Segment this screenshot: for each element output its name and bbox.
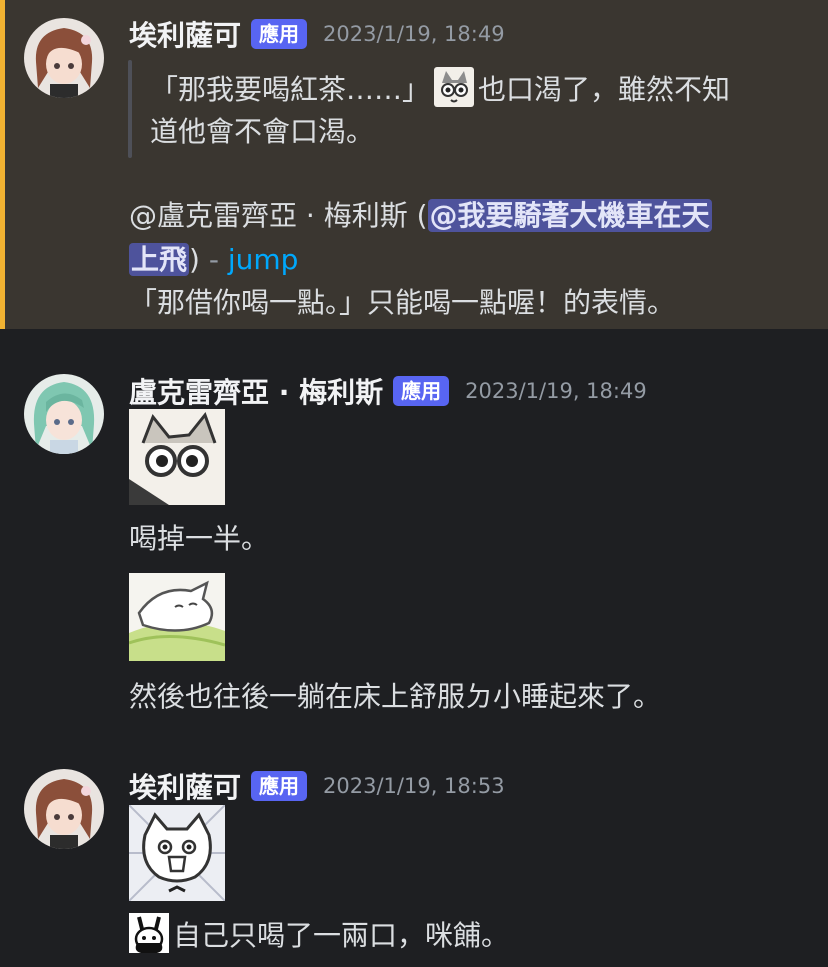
- mention[interactable]: @我要騎著大機車在天: [427, 199, 712, 232]
- timestamp[interactable]: 2023/1/19, 18:49: [323, 22, 505, 46]
- shocked-cat-sticker-icon: [128, 804, 226, 902]
- quote-text: 也口渴了，雖然不知: [478, 73, 731, 106]
- message-header: 埃利薩可 應用 2023/1/19, 18:53: [129, 766, 505, 806]
- reply-reference-line-2: 上飛) - jump: [129, 238, 298, 281]
- highlight-accent-bar: [0, 0, 5, 329]
- username[interactable]: 埃利薩可: [129, 766, 241, 806]
- mention[interactable]: 上飛: [129, 243, 190, 276]
- sticker[interactable]: [129, 409, 225, 505]
- quote-text: 「那我要喝紅茶……」: [150, 73, 431, 106]
- message-text: 喝掉一半。: [129, 522, 270, 555]
- avatar[interactable]: [24, 769, 104, 849]
- message-body: 「那借你喝一點。」只能喝一點喔！的表情。: [129, 286, 676, 319]
- timestamp[interactable]: 2023/1/19, 18:49: [465, 379, 647, 403]
- message-text: 自己只喝了一兩口，咪餔。: [129, 913, 509, 957]
- message-text-content: 自己只喝了一兩口，咪餔。: [173, 919, 510, 952]
- sticker[interactable]: [128, 573, 226, 661]
- username[interactable]: 盧克雷齊亞 · 梅利斯: [129, 371, 383, 411]
- sticker[interactable]: [128, 804, 226, 902]
- message-text: 然後也往後一躺在床上舒服ㄉ小睡起來了。: [129, 680, 662, 713]
- avatar[interactable]: [24, 18, 104, 98]
- separator-dash: -: [199, 243, 228, 276]
- message-3: 埃利薩可 應用 2023/1/19, 18:53 自己只喝了一兩口，咪餔。: [0, 729, 828, 967]
- green-haired-girl-avatar-icon: [24, 374, 104, 454]
- cat-face-emote-icon[interactable]: [434, 67, 475, 107]
- jump-link[interactable]: jump: [228, 243, 299, 276]
- username[interactable]: 埃利薩可: [129, 14, 241, 54]
- reply-close: ): [189, 243, 200, 276]
- app-badge: 應用: [393, 376, 450, 406]
- reply-prefix: @盧克雷齊亞 · 梅利斯 (: [129, 199, 428, 232]
- message-header: 盧克雷齊亞 · 梅利斯 應用 2023/1/19, 18:49: [129, 371, 647, 411]
- app-badge: 應用: [251, 771, 308, 801]
- quote-line-1: 「那我要喝紅茶……」 也口渴了，雖然不知: [150, 67, 730, 111]
- reply-reference-line-1: @盧克雷齊亞 · 梅利斯 (@我要騎著大機車在天: [129, 194, 712, 237]
- avatar[interactable]: [24, 374, 104, 454]
- brown-haired-girl-avatar-icon: [24, 18, 104, 98]
- timestamp[interactable]: 2023/1/19, 18:53: [323, 774, 505, 798]
- quote-line-2: 道他會不會口渴。: [150, 115, 375, 148]
- message-2: 盧克雷齊亞 · 梅利斯 應用 2023/1/19, 18:49 喝掉一半。 然後…: [0, 329, 828, 729]
- message-1: 埃利薩可 應用 2023/1/19, 18:49 「那我要喝紅茶……」 也口渴了…: [0, 0, 828, 329]
- cat-eyes-sticker-icon: [129, 409, 225, 505]
- message-header: 埃利薩可 應用 2023/1/19, 18:49: [129, 14, 505, 54]
- lying-cat-sticker-icon: [128, 573, 226, 661]
- brown-haired-girl-avatar-icon: [24, 769, 104, 849]
- app-badge: 應用: [251, 19, 308, 49]
- bunny-face-emote-icon[interactable]: [129, 913, 169, 953]
- blockquote-bar: [128, 60, 132, 158]
